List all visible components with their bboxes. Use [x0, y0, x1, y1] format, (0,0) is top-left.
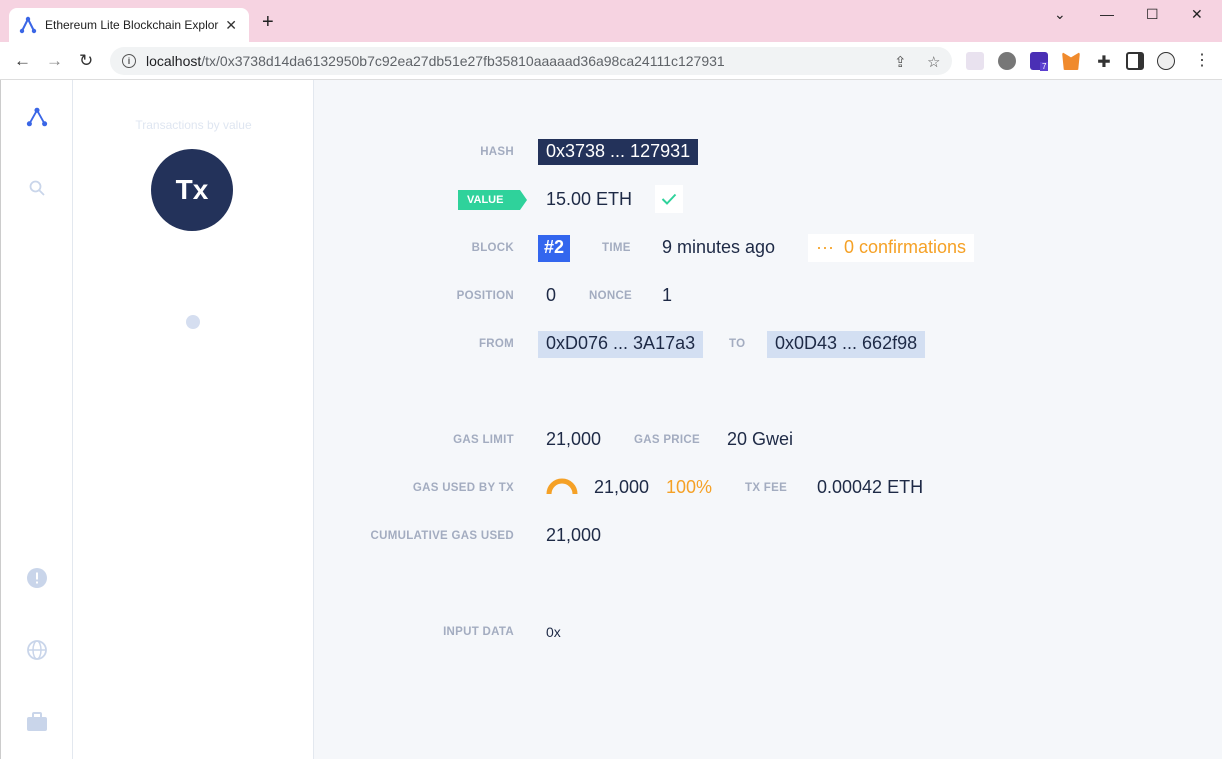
tab-title: Ethereum Lite Blockchain Explor	[45, 18, 219, 32]
time-label: TIME	[602, 242, 631, 254]
extension-icon[interactable]	[966, 52, 984, 70]
pending-dots-icon: ···	[816, 237, 834, 257]
app-logo-icon	[19, 16, 37, 34]
gas-used-label: GAS USED BY TX	[412, 482, 514, 494]
explorer-app: Transactions by value Tx HASH 0x3738 ...…	[0, 80, 1222, 759]
success-check-icon	[655, 185, 683, 213]
new-tab-button[interactable]: +	[262, 12, 274, 32]
browser-tab-bar: Ethereum Lite Blockchain Explor ✕ + ⌄ — …	[0, 0, 1222, 42]
tx-fee-label: TX FEE	[745, 482, 788, 494]
tx-nonce: 1	[662, 285, 673, 305]
cumulative-gas-label: CUMULATIVE GAS USED	[370, 530, 514, 542]
app-logo-icon[interactable]	[26, 106, 48, 128]
tab-search-icon[interactable]: ⌄	[1054, 6, 1066, 23]
to-address[interactable]: 0x0D43 ... 662f98	[767, 331, 926, 358]
search-icon[interactable]	[26, 177, 48, 199]
position-label: POSITION	[456, 290, 514, 302]
forward-button[interactable]: →	[46, 51, 63, 71]
nav-rail	[0, 80, 73, 759]
gas-limit-label: GAS LIMIT	[453, 434, 514, 446]
tx-position: 0	[546, 285, 557, 305]
sidebar-panel: Transactions by value Tx	[73, 80, 314, 759]
gas-used-percent: 100%	[666, 477, 713, 497]
value-tag: VALUE	[458, 190, 527, 210]
gas-used: 21,000	[594, 477, 650, 497]
briefcase-icon[interactable]	[26, 711, 48, 733]
maximize-button[interactable]: ☐	[1146, 6, 1159, 23]
tx-fee: 0.00042 ETH	[817, 477, 924, 497]
block-number[interactable]: #2	[538, 235, 571, 262]
hash-label: HASH	[480, 146, 514, 158]
input-data: 0x	[546, 624, 561, 640]
alert-icon[interactable]	[26, 567, 48, 589]
address-bar[interactable]: i localhost/tx/0x3738d14da6132950b7c92ea…	[110, 47, 952, 75]
menu-kebab-icon[interactable]: ⋮	[1193, 52, 1211, 70]
bookmark-star-icon[interactable]: ☆	[927, 53, 940, 71]
url-text: localhost/tx/0x3738d14da6132950b7c92ea27…	[146, 53, 725, 69]
from-address[interactable]: 0xD076 ... 3A17a3	[538, 331, 704, 358]
block-label: BLOCK	[471, 242, 514, 254]
sidebar-title: Transactions by value	[135, 118, 252, 132]
from-label: FROM	[478, 338, 514, 350]
tx-details: HASH 0x3738 ... 127931 VALUE 15.00 ETH B…	[314, 80, 1222, 759]
tx-badge: Tx	[151, 149, 233, 231]
tab-close-icon[interactable]: ✕	[225, 17, 237, 34]
browser-tab[interactable]: Ethereum Lite Blockchain Explor ✕	[9, 8, 249, 42]
gas-used-gauge	[546, 478, 578, 494]
confirmations-badge: ··· 0 confirmations	[808, 234, 975, 262]
tx-time: 9 minutes ago	[662, 237, 776, 257]
to-label: TO	[729, 338, 746, 350]
logo-svg	[26, 107, 48, 127]
profile-avatar[interactable]	[1157, 52, 1175, 70]
tx-value: 15.00 ETH	[546, 189, 633, 209]
globe-icon[interactable]	[26, 639, 48, 661]
gas-price-label: GAS PRICE	[634, 434, 700, 446]
extension-badge-count: 7	[1040, 62, 1049, 71]
side-panel-icon[interactable]	[1126, 52, 1144, 70]
extensions-puzzle-icon[interactable]: ✚	[1095, 52, 1113, 71]
minimize-button[interactable]: —	[1100, 6, 1114, 22]
tx-hash[interactable]: 0x3738 ... 127931	[538, 139, 699, 165]
cumulative-gas: 21,000	[546, 525, 602, 545]
gas-price: 20 Gwei	[727, 429, 794, 449]
confirmations-text: 0 confirmations	[844, 237, 967, 257]
close-window-button[interactable]: ✕	[1191, 6, 1203, 23]
reload-button[interactable]: ↻	[79, 51, 93, 71]
extension-icon[interactable]	[998, 52, 1016, 70]
value-dot[interactable]	[186, 315, 200, 329]
back-button[interactable]: ←	[14, 51, 31, 71]
share-icon[interactable]: ⇪	[894, 53, 907, 71]
nonce-label: NONCE	[589, 290, 633, 302]
site-info-icon[interactable]: i	[122, 54, 136, 68]
extension-badge-icon[interactable]: 7	[1030, 52, 1049, 71]
gas-limit: 21,000	[546, 429, 602, 449]
input-data-label: INPUT DATA	[443, 626, 514, 638]
